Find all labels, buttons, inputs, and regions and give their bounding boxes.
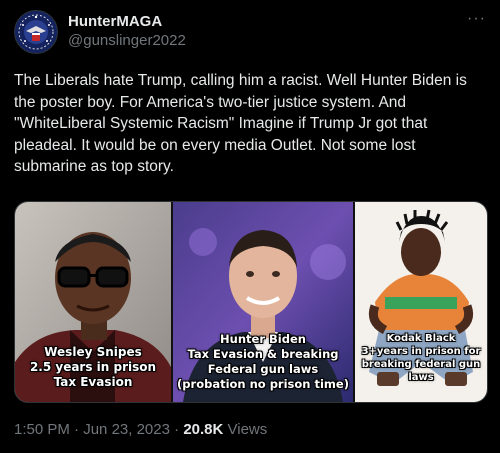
panel-caption: Hunter Biden Tax Evasion & breaking Fede… — [177, 332, 349, 391]
separator: · — [169, 421, 184, 438]
post-date[interactable]: Jun 23, 2023 — [83, 421, 170, 438]
tweet-media[interactable]: Wesley Snipes 2.5 years in prison Tax Ev… — [14, 201, 488, 403]
tweet-footer: 1:50 PM · Jun 23, 2023 · 20.8K Views — [14, 421, 267, 438]
avatar[interactable] — [14, 10, 58, 54]
panel-caption: Wesley Snipes 2.5 years in prison Tax Ev… — [29, 345, 157, 389]
media-panel-hunter-biden[interactable]: Hunter Biden Tax Evasion & breaking Fede… — [173, 202, 353, 402]
more-options-icon[interactable]: ··· — [467, 10, 486, 28]
post-time[interactable]: 1:50 PM — [14, 421, 70, 438]
tweet-text: The Liberals hate Trump, calling him a r… — [14, 72, 467, 175]
user-handle[interactable]: @gunslinger2022 — [68, 31, 186, 51]
display-name[interactable]: HunterMAGA — [68, 13, 186, 31]
separator: · — [69, 421, 84, 438]
media-panel-kodak-black[interactable]: Kodak Black 3+years in prison for breaki… — [355, 202, 487, 402]
panel-caption: Kodak Black 3+years in prison for breaki… — [361, 333, 481, 383]
views-label: Views — [223, 421, 268, 438]
media-panel-wesley-snipes[interactable]: Wesley Snipes 2.5 years in prison Tax Ev… — [15, 202, 171, 402]
tweet-header: HunterMAGA @gunslinger2022 ··· — [14, 10, 486, 54]
views-count: 20.8K — [183, 421, 224, 438]
eagle-seal-icon — [15, 11, 57, 53]
author-names: HunterMAGA @gunslinger2022 — [68, 13, 186, 51]
